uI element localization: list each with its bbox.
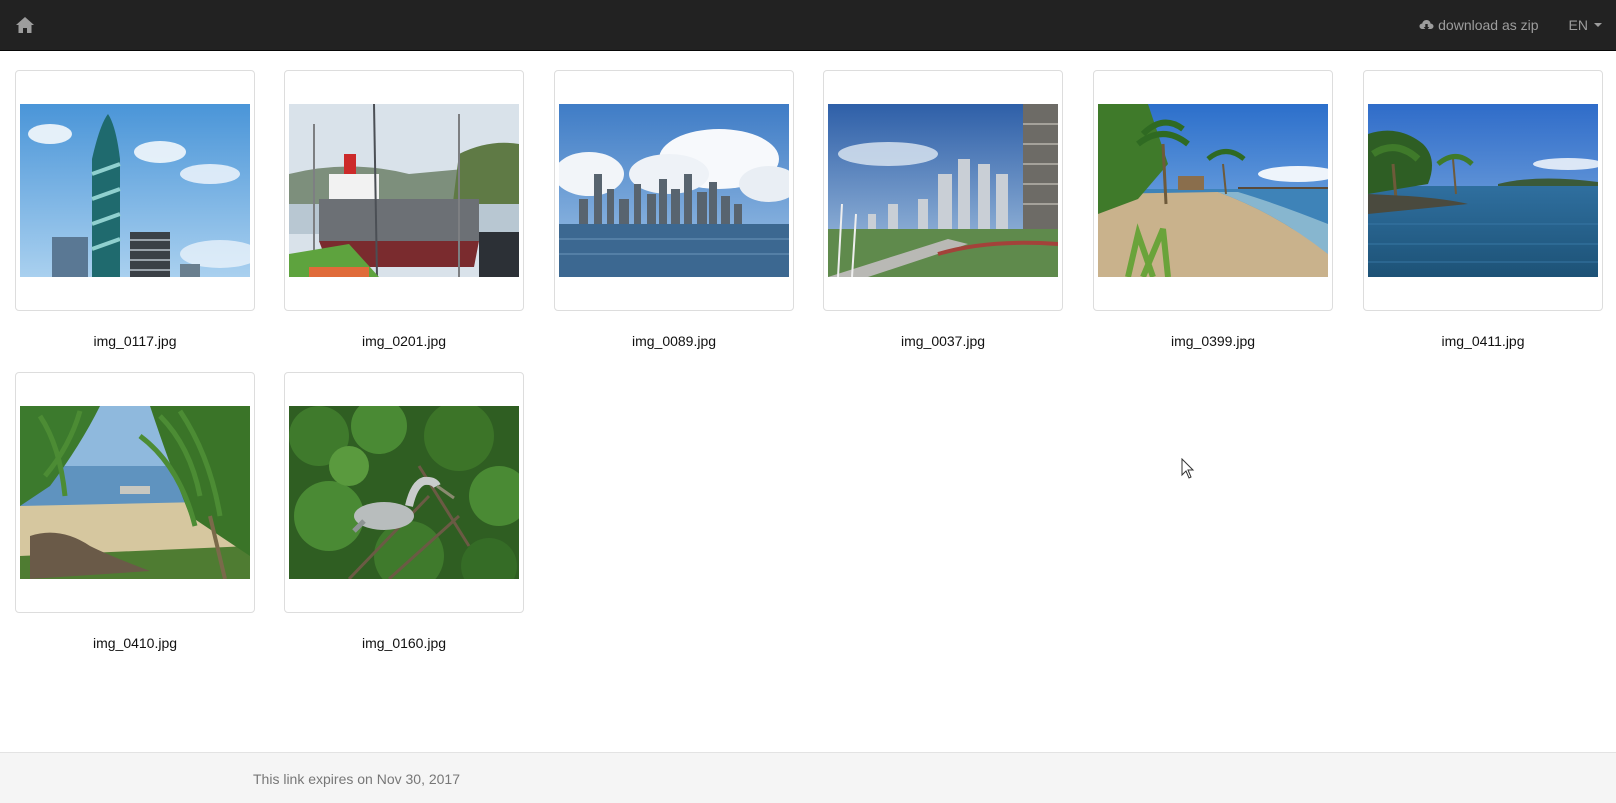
gallery-item[interactable]: img_0399.jpg [1093,70,1333,349]
link-expiry-notice: This link expires on Nov 30, 2017 [253,771,460,787]
photo-filename[interactable]: img_0037.jpg [823,333,1063,349]
photo-thumbnail [20,406,250,579]
home-icon [16,17,34,33]
cloud-download-icon [1419,19,1434,30]
thumbnail-frame[interactable] [1363,70,1603,311]
caret-down-icon [1594,23,1602,27]
gallery-item[interactable]: img_0411.jpg [1363,70,1603,349]
download-zip-label: download as zip [1438,17,1539,33]
language-dropdown[interactable]: EN [1569,17,1602,33]
thumbnail-frame[interactable] [15,372,255,613]
thumbnail-frame[interactable] [15,70,255,311]
gallery-item[interactable]: img_0089.jpg [554,70,794,349]
gallery-item[interactable]: img_0410.jpg [15,372,255,651]
gallery-item[interactable]: img_0160.jpg [284,372,524,651]
download-zip-link[interactable]: download as zip [1419,17,1539,33]
gallery-item[interactable]: img_0201.jpg [284,70,524,349]
photo-filename[interactable]: img_0117.jpg [15,333,255,349]
photo-thumbnail [559,104,789,277]
photo-thumbnail [1368,104,1598,277]
thumbnail-frame[interactable] [1093,70,1333,311]
home-button[interactable] [12,12,38,38]
photo-filename[interactable]: img_0201.jpg [284,333,524,349]
mouse-pointer-icon [1181,458,1195,479]
photo-filename[interactable]: img_0411.jpg [1363,333,1603,349]
photo-thumbnail [20,104,250,277]
photo-thumbnail [828,104,1058,277]
photo-filename[interactable]: img_0160.jpg [284,635,524,651]
photo-thumbnail [289,104,519,277]
top-navbar: download as zip EN [0,0,1616,51]
photo-thumbnail [289,406,519,579]
thumbnail-frame[interactable] [554,70,794,311]
gallery-item[interactable]: img_0037.jpg [823,70,1063,349]
gallery-item[interactable]: img_0117.jpg [15,70,255,349]
navbar-right: download as zip EN [1419,0,1602,50]
photo-filename[interactable]: img_0089.jpg [554,333,794,349]
thumbnail-frame[interactable] [284,372,524,613]
photo-filename[interactable]: img_0399.jpg [1093,333,1333,349]
language-label: EN [1568,17,1588,33]
thumbnail-frame[interactable] [823,70,1063,311]
page-footer: This link expires on Nov 30, 2017 [0,752,1616,803]
photo-thumbnail [1098,104,1328,277]
photo-filename[interactable]: img_0410.jpg [15,635,255,651]
thumbnail-frame[interactable] [284,70,524,311]
